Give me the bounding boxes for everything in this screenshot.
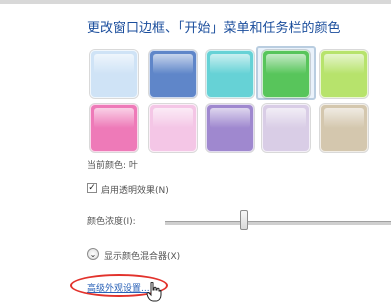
- hand-cursor-icon: [146, 282, 162, 302]
- intensity-slider-thumb[interactable]: [240, 210, 249, 230]
- swatch-lavender[interactable]: [262, 104, 310, 152]
- swatch-blush[interactable]: [149, 104, 197, 152]
- swatch-violet[interactable]: [206, 104, 254, 152]
- swatch-leaf[interactable]: [262, 50, 310, 98]
- color-mixer-toggle[interactable]: 显示颜色混合器(X): [104, 249, 180, 262]
- chevron-down-icon[interactable]: ⌄: [87, 248, 99, 260]
- intensity-label: 颜色浓度(I):: [87, 217, 136, 227]
- swatch-sky[interactable]: [90, 50, 138, 98]
- swatch-fuchsia[interactable]: [90, 104, 138, 152]
- swatch-taupe[interactable]: [320, 104, 368, 152]
- swatch-sea[interactable]: [206, 50, 254, 98]
- current-color-label: 当前颜色: 叶: [87, 161, 138, 171]
- transparency-checkbox[interactable]: ✓: [87, 183, 97, 193]
- intensity-slider-track[interactable]: [165, 221, 391, 225]
- transparency-label[interactable]: 启用透明效果(N): [101, 183, 169, 196]
- color-swatch-grid: [0, 0, 391, 302]
- swatch-lime[interactable]: [320, 50, 368, 98]
- swatch-twilight[interactable]: [149, 50, 197, 98]
